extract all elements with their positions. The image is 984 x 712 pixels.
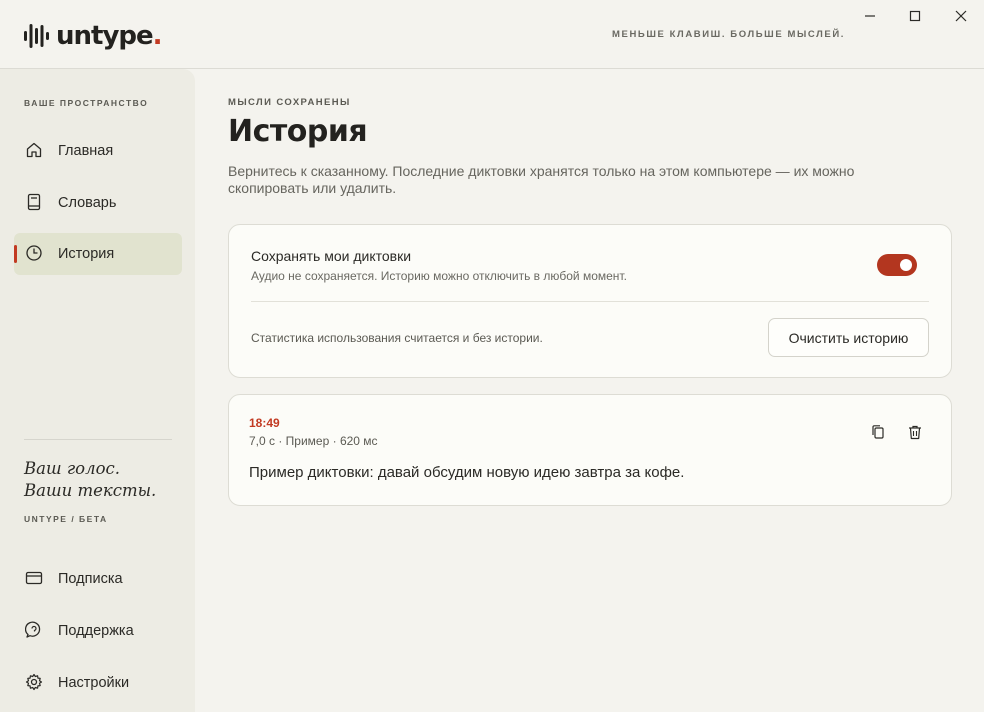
sidebar-item-home[interactable]: Главная	[14, 130, 182, 172]
page-eyebrow: МЫСЛИ СОХРАНЕНЫ	[228, 97, 351, 108]
sidebar-item-label: Настройки	[58, 675, 130, 691]
trash-icon	[909, 425, 921, 440]
clock-icon	[26, 245, 42, 261]
delete-button[interactable]	[905, 422, 925, 442]
home-icon	[26, 142, 42, 158]
title-bar: untype. МЕНЬШЕ КЛАВИШ. БОЛЬШЕ МЫСЛЕЙ.	[0, 0, 984, 69]
page-title: История	[228, 114, 368, 149]
close-button[interactable]	[951, 6, 971, 26]
copy-button[interactable]	[868, 422, 888, 442]
sidebar-item-history[interactable]: История	[14, 233, 182, 275]
sidebar-item-label: Подписка	[58, 571, 123, 587]
app-logo: untype.	[24, 20, 163, 52]
stats-note: Статистика использования считается и без…	[251, 331, 543, 345]
entry-time: 18:49	[249, 416, 280, 430]
sidebar-divider	[24, 439, 172, 440]
minimize-icon	[865, 15, 875, 17]
sidebar-quote: Ваш голос. Ваши тексты.	[24, 458, 156, 502]
waveform-icon	[24, 24, 49, 48]
entry-text: Пример диктовки: давай обсудим новую иде…	[249, 464, 685, 481]
minimize-button[interactable]	[860, 6, 880, 26]
sidebar-item-settings[interactable]: Настройки	[14, 662, 182, 704]
sidebar-item-label: Главная	[58, 143, 114, 159]
card-icon	[25, 571, 43, 585]
page-description: Вернитесь к сказанному. Последние диктов…	[228, 163, 855, 196]
beta-label: UNTYPE / БЕТА	[24, 514, 108, 524]
logo-wordmark: untype.	[56, 21, 163, 51]
app-tagline: МЕНЬШЕ КЛАВИШ. БОЛЬШЕ МЫСЛЕЙ.	[612, 29, 846, 40]
save-dictations-toggle[interactable]	[877, 254, 917, 276]
toggle-knob	[900, 259, 912, 271]
quote-line: Ваш голос.	[24, 459, 121, 478]
entry-meta: 7,0 с · Пример · 620 мс	[249, 434, 378, 448]
quote-line: Ваши тексты.	[24, 481, 157, 500]
history-settings-card: Сохранять мои диктовки Аудио не сохраняе…	[228, 224, 952, 378]
chat-icon	[25, 621, 41, 638]
sidebar-item-label: История	[58, 246, 115, 262]
copy-icon	[872, 425, 884, 439]
sidebar: ВАШЕ ПРОСТРАНСТВО Главная Словарь Истори…	[0, 69, 195, 712]
sidebar-item-label: Поддержка	[58, 623, 134, 639]
save-dictations-hint: Аудио не сохраняется. Историю можно откл…	[251, 269, 627, 283]
sidebar-section-label: ВАШЕ ПРОСТРАНСТВО	[24, 98, 149, 108]
sidebar-item-dictionary[interactable]: Словарь	[14, 182, 182, 224]
history-entry: 18:49 7,0 с · Пример · 620 мс Пример дик…	[228, 394, 952, 506]
maximize-icon	[909, 10, 921, 22]
sidebar-item-label: Словарь	[58, 195, 117, 211]
sidebar-item-support[interactable]: Поддержка	[14, 610, 182, 652]
close-icon	[955, 10, 967, 22]
gear-icon	[25, 673, 43, 691]
active-indicator	[14, 245, 17, 263]
save-dictations-label: Сохранять мои диктовки	[251, 248, 412, 264]
card-divider	[251, 301, 929, 302]
maximize-button[interactable]	[905, 6, 925, 26]
clear-history-button[interactable]: Очистить историю	[768, 318, 929, 357]
book-icon	[27, 193, 41, 211]
sidebar-item-subscription[interactable]: Подписка	[14, 558, 182, 600]
